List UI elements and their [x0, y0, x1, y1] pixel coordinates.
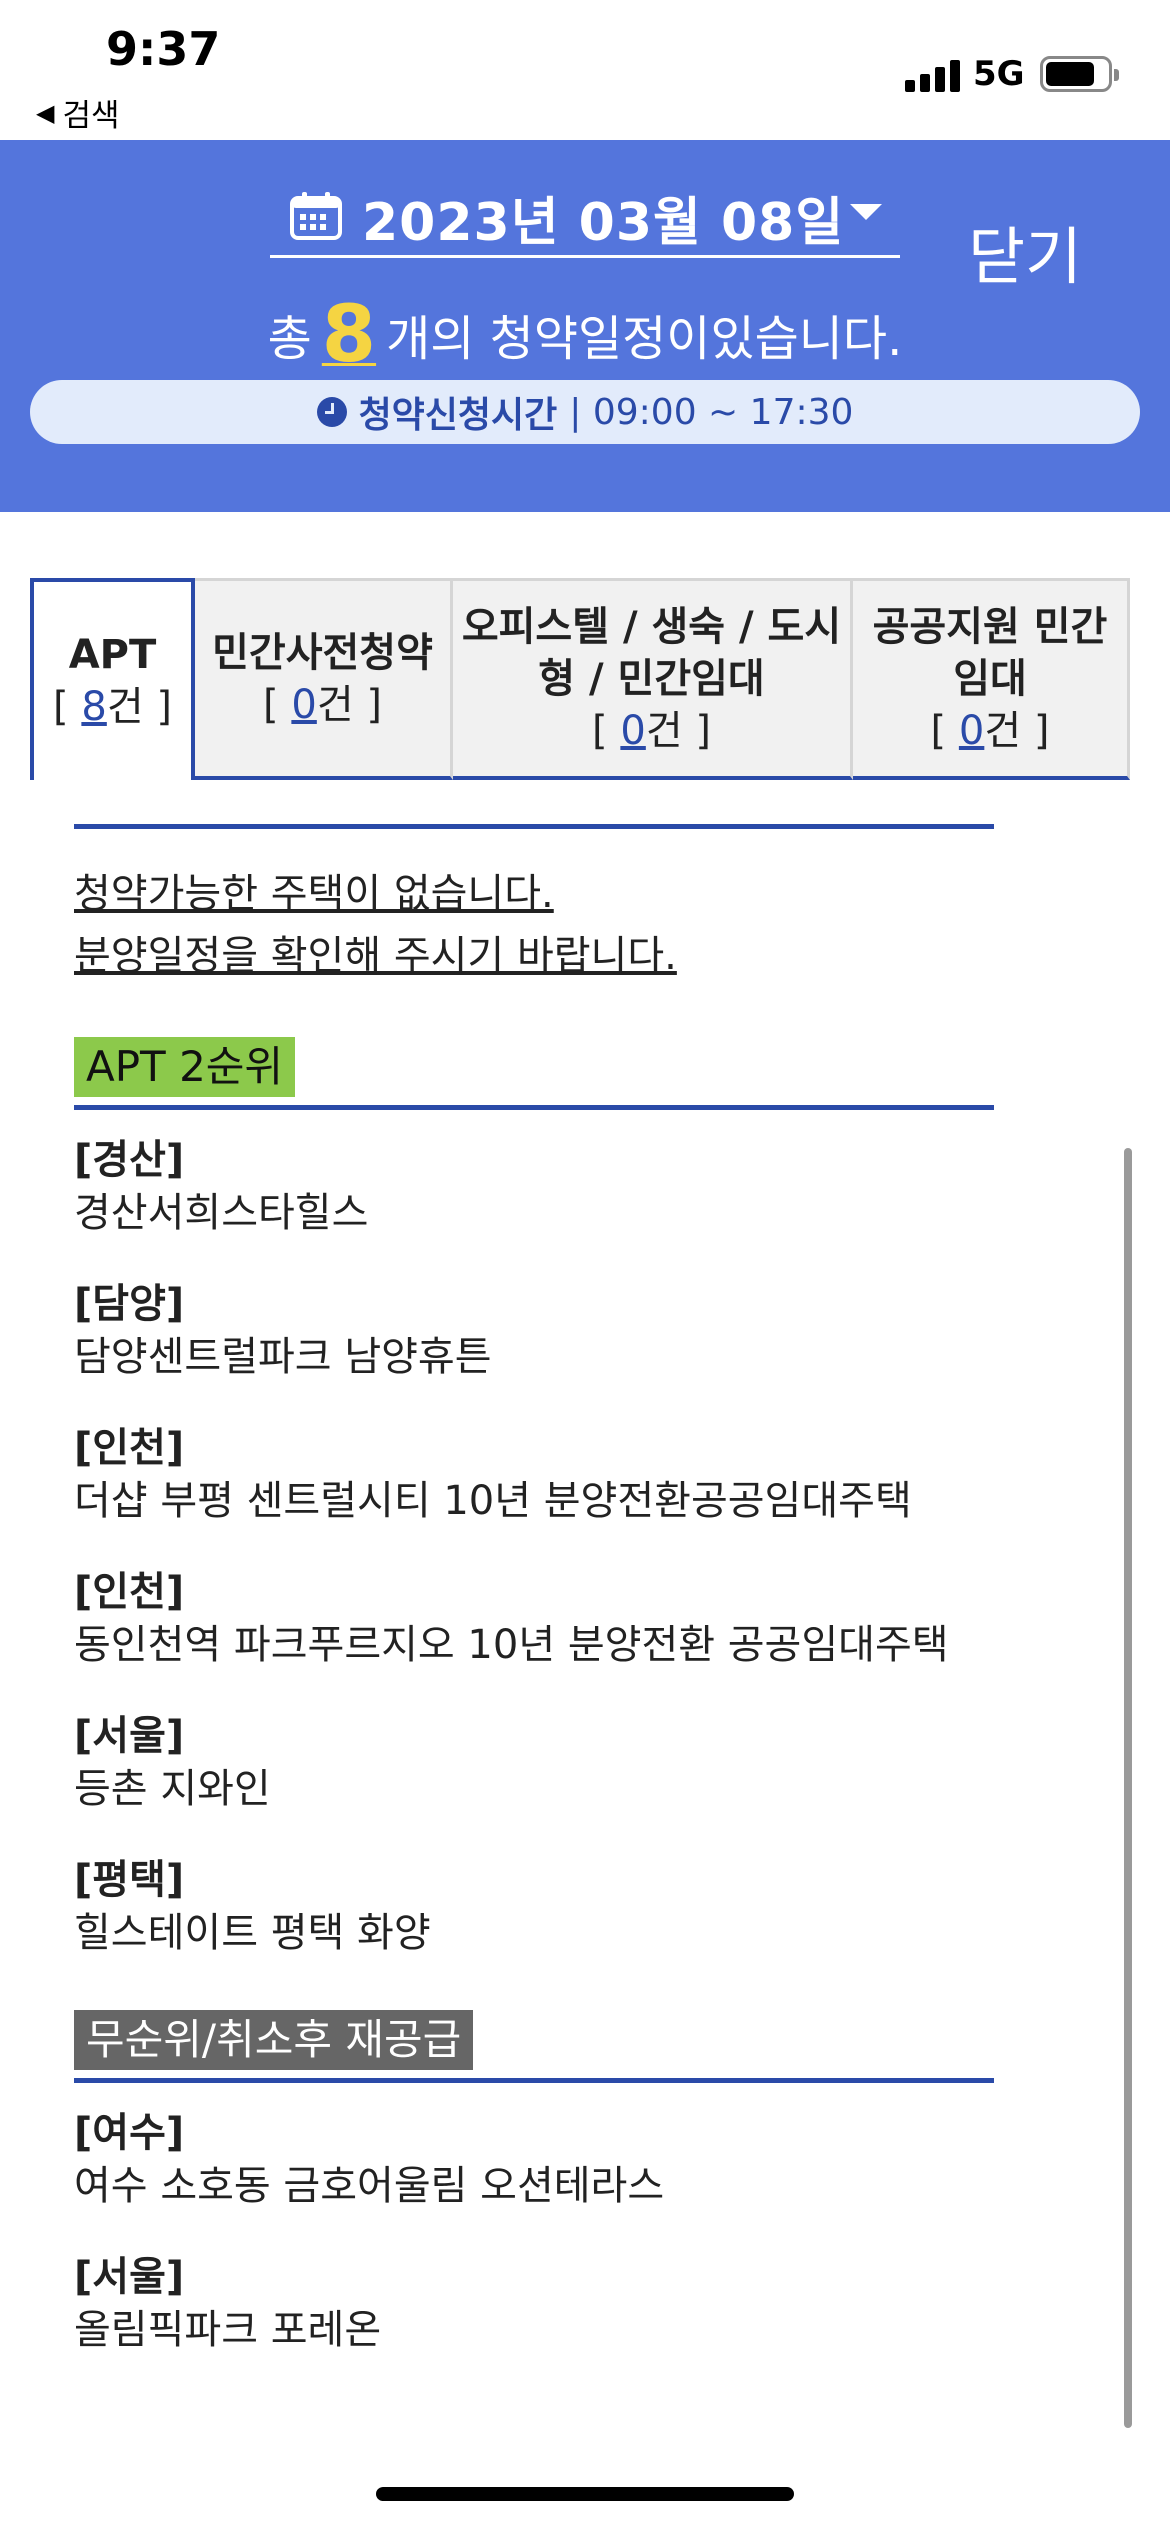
item-region: [평택] — [74, 1857, 185, 1903]
chevron-down-icon — [850, 204, 882, 220]
tab-public-support-rental[interactable]: 공공지원 민간임대 [ 0건 ] — [853, 578, 1130, 780]
item-region: [인천] — [74, 1569, 185, 1615]
tab-label: 공공지원 민간임대 — [872, 603, 1108, 702]
application-time-label: 청약신청시간 — [358, 395, 558, 436]
close-button[interactable]: 닫기 — [968, 206, 1082, 296]
list-item[interactable]: [서울] 올림픽파크 포레온 — [74, 2251, 994, 2357]
tab-private-pre-subscription[interactable]: 민간사전청약 [ 0건 ] — [195, 578, 453, 780]
tab-officetel[interactable]: 오피스텔 / 생숙 / 도시형 / 민간임대 [ 0건 ] — [453, 578, 853, 780]
item-name: 힐스테이트 평택 화양 — [74, 1910, 431, 1956]
application-time-range: | 09:00 ~ 17:30 — [569, 391, 854, 433]
item-name: 동인천역 파크푸르지오 10년 분양전환 공공임대주택 — [74, 1622, 949, 1668]
list-item[interactable]: [인천] 동인천역 파크푸르지오 10년 분양전환 공공임대주택 — [74, 1566, 994, 1672]
list-item[interactable]: [여수] 여수 소호동 금호어울림 오션테라스 — [74, 2107, 994, 2213]
no-available-notice[interactable]: 청약가능한 주택이 없습니다. 분양일정을 확인해 주시기 바랍니다. — [74, 863, 994, 987]
schedule-summary: 총 8 개의 청약일정이있습니다. — [0, 290, 1170, 380]
network-type: 5G — [973, 54, 1025, 94]
item-name: 담양센트럴파크 남양휴튼 — [74, 1334, 492, 1380]
item-name: 등촌 지와인 — [74, 1766, 271, 1812]
scrollbar[interactable] — [1124, 1148, 1132, 2428]
calendar-icon — [290, 192, 342, 240]
list-item[interactable]: [서울] 등촌 지와인 — [74, 1710, 994, 1816]
item-region: [경산] — [74, 1137, 185, 1183]
selected-date: 2023년 03월 08일 — [362, 193, 845, 253]
divider — [74, 1105, 994, 1110]
schedule-content: 청약가능한 주택이 없습니다. 분양일정을 확인해 주시기 바랍니다. APT … — [74, 824, 994, 2357]
section-title-apt-2nd: APT 2순위 — [74, 1037, 296, 1097]
status-bar: 9:37 ◀ 검색 5G — [0, 0, 1170, 140]
back-label: 검색 — [62, 98, 120, 134]
tab-count: [ 0건 ] — [263, 681, 382, 728]
list-item[interactable]: [인천] 더샵 부평 센트럴시티 10년 분양전환공공임대주택 — [74, 1422, 994, 1528]
application-time-banner: 청약신청시간 | 09:00 ~ 17:30 — [30, 380, 1140, 444]
list-item[interactable]: [경산] 경산서희스타힐스 — [74, 1134, 994, 1240]
tab-label: 오피스텔 / 생숙 / 도시형 / 민간임대 — [461, 603, 842, 702]
tab-label: APT — [68, 632, 157, 678]
tab-count: [ 0건 ] — [930, 707, 1050, 754]
back-to-search-button[interactable]: ◀ 검색 — [36, 90, 120, 135]
list-item[interactable]: [담양] 담양센트럴파크 남양휴튼 — [74, 1278, 994, 1384]
schedule-header: 2023년 03월 08일 닫기 총 8 개의 청약일정이있습니다. 청약신청시간 … — [0, 140, 1170, 512]
item-region: [여수] — [74, 2110, 185, 2156]
list-item[interactable]: [평택] 힐스테이트 평택 화양 — [74, 1854, 994, 1960]
date-picker[interactable]: 2023년 03월 08일 — [270, 180, 900, 258]
summary-prefix: 총 — [267, 311, 312, 367]
status-time: 9:37 — [106, 22, 221, 76]
section-list-apt-2nd: [경산] 경산서희스타힐스 [담양] 담양센트럴파크 남양휴튼 [인천] 더샵 … — [74, 1134, 994, 1960]
category-tabs: APT [ 8건 ] 민간사전청약 [ 0건 ] 오피스텔 / 생숙 / 도시형… — [30, 578, 1130, 780]
item-region: [서울] — [74, 1713, 185, 1759]
item-name: 여수 소호동 금호어울림 오션테라스 — [74, 2163, 665, 2209]
tab-apt[interactable]: APT [ 8건 ] — [30, 578, 195, 780]
item-name: 경산서희스타힐스 — [74, 1190, 369, 1236]
divider — [74, 824, 994, 829]
item-region: [서울] — [74, 2254, 185, 2300]
divider — [74, 2078, 994, 2083]
schedule-count: 8 — [321, 290, 377, 380]
cellular-signal-icon — [905, 58, 961, 92]
item-region: [담양] — [74, 1281, 185, 1327]
battery-icon — [1040, 56, 1119, 92]
section-list-resupply: [여수] 여수 소호동 금호어울림 오션테라스 [서울] 올림픽파크 포레온 — [74, 2107, 994, 2357]
summary-suffix: 개의 청약일정이있습니다. — [386, 311, 903, 367]
clock-icon — [316, 397, 347, 427]
tab-label: 민간사전청약 — [212, 629, 433, 676]
item-name: 더샵 부평 센트럴시티 10년 분양전환공공임대주택 — [74, 1478, 912, 1524]
section-title-resupply: 무순위/취소후 재공급 — [74, 2010, 474, 2070]
home-indicator[interactable] — [376, 2487, 794, 2501]
back-arrow-icon: ◀ — [36, 98, 55, 127]
tab-count: [ 0건 ] — [592, 707, 711, 754]
tab-count: [ 8건 ] — [53, 684, 172, 730]
item-region: [인천] — [74, 1425, 185, 1471]
item-name: 올림픽파크 포레온 — [74, 2307, 382, 2353]
